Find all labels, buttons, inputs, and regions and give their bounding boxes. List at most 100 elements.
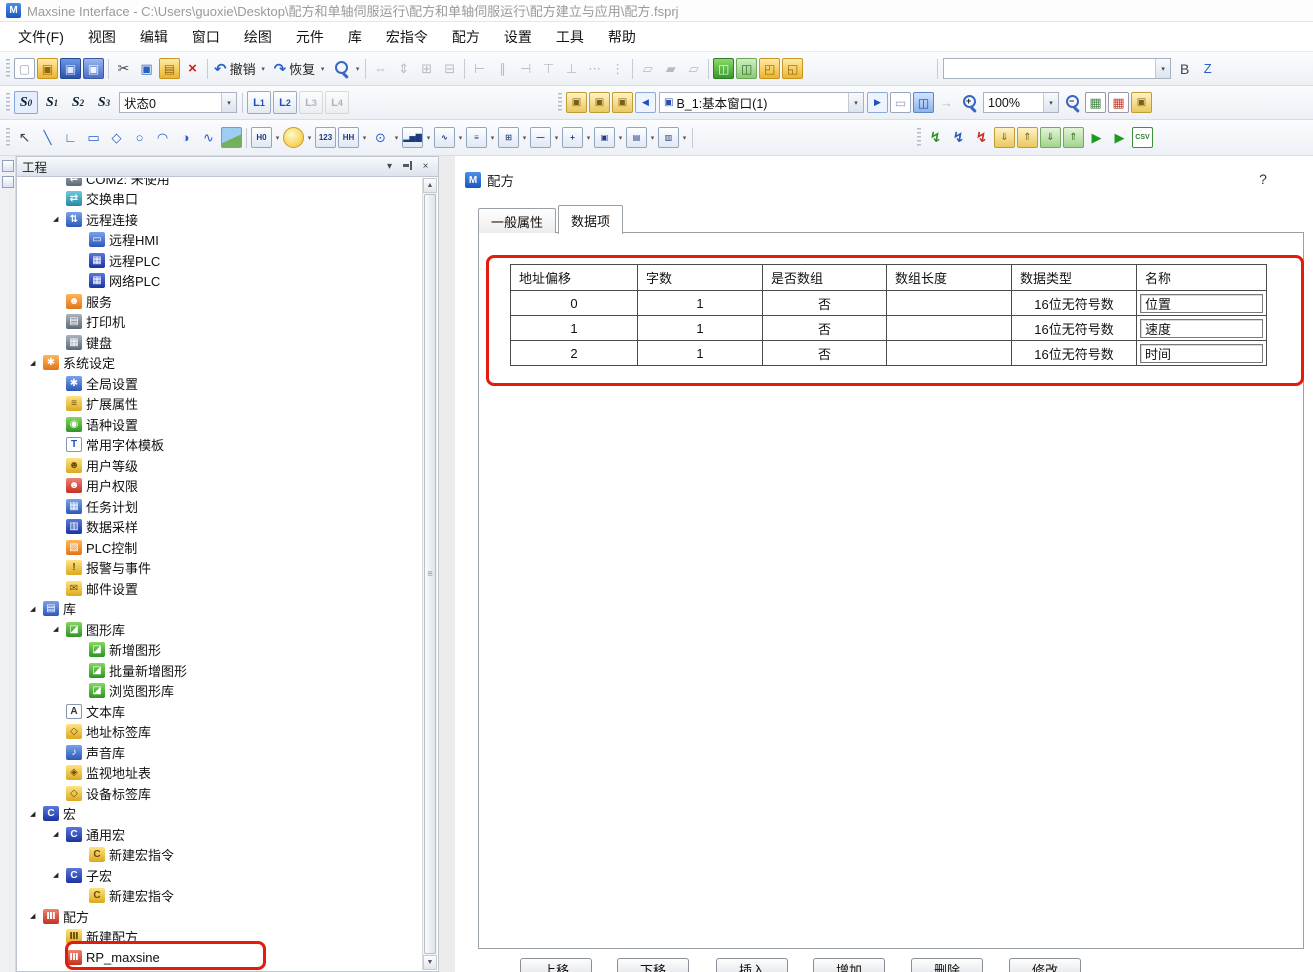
table-cell[interactable]	[887, 341, 1012, 366]
font-combo[interactable]: ▾	[943, 58, 1171, 79]
tree-item-user-level[interactable]: ☻用户等级	[18, 455, 422, 476]
tree-item-library[interactable]: ◢▤库	[18, 599, 422, 620]
window-props-icon[interactable]: ▣	[612, 92, 633, 113]
grid-setting-icon[interactable]: ▦	[1108, 92, 1129, 113]
tree-item-com2[interactable]: ⇄COM2: 未使用	[18, 178, 422, 189]
zoom-in-icon[interactable]: +	[959, 92, 980, 113]
select-tool-icon[interactable]: ↖	[14, 127, 35, 148]
same-size-icon[interactable]: ⊞	[416, 58, 437, 79]
tree-scrollbar[interactable]: ▲ ▼	[422, 178, 437, 970]
table-cell[interactable]	[887, 316, 1012, 341]
tree-item-service[interactable]: ☻服务	[18, 291, 422, 312]
distribute-v-icon[interactable]: ⋮	[607, 58, 628, 79]
expander-icon[interactable]: ◢	[53, 625, 66, 633]
chevron-down-icon[interactable]: ▾	[424, 134, 433, 142]
expander-icon[interactable]: ◢	[30, 359, 43, 367]
group-icon[interactable]: ◫	[713, 58, 734, 79]
macro-edit-icon[interactable]: ↯	[948, 127, 969, 148]
rect-tool-icon[interactable]: ▭	[83, 127, 104, 148]
align-left-icon[interactable]: ⊢	[469, 58, 490, 79]
table-cell[interactable]: 1	[638, 341, 763, 366]
pie-tool-icon[interactable]: ◑	[175, 127, 196, 148]
tree-item-swap-serial[interactable]: ⇄交换串口	[18, 189, 422, 210]
tab-data-items[interactable]: 数据项	[558, 205, 623, 234]
delete-icon[interactable]: ×	[182, 58, 203, 79]
dock-tab-icon[interactable]	[2, 176, 14, 188]
scroll-down-icon[interactable]: ▼	[423, 955, 437, 970]
window-list-icon[interactable]: ▣	[589, 92, 610, 113]
tree-item-new-macro-1[interactable]: C新建宏指令	[18, 845, 422, 866]
tree-item-system-settings[interactable]: ◢✱系统设定	[18, 353, 422, 374]
same-height-icon[interactable]: ⇕	[393, 58, 414, 79]
tree-item-recipe[interactable]: ◢Ⅲ配方	[18, 906, 422, 927]
tree-item-extended-props[interactable]: ≡扩展属性	[18, 394, 422, 415]
distribute-h-icon[interactable]: ⋯	[584, 58, 605, 79]
bar-graph-icon[interactable]: ▂▅▇	[402, 127, 423, 148]
numeric-input-icon[interactable]: 123	[315, 127, 336, 148]
table-element-icon[interactable]: ⊞	[498, 127, 519, 148]
layer-l1-button[interactable]: L1	[247, 91, 271, 114]
expander-icon[interactable]: ◢	[53, 215, 66, 223]
layer-order-icon[interactable]: ▱	[683, 58, 704, 79]
expander-icon[interactable]: ◢	[30, 810, 43, 818]
alarm-bar-icon[interactable]: ▥	[658, 127, 679, 148]
save-all-icon[interactable]: ▣	[83, 58, 104, 79]
macro-new-icon[interactable]: ↯	[925, 127, 946, 148]
tree-item-printer[interactable]: ▤打印机	[18, 312, 422, 333]
tree-item-graphics-lib[interactable]: ◢◪图形库	[18, 619, 422, 640]
run-icon[interactable]: ▶	[1109, 127, 1130, 148]
chevron-down-icon[interactable]: ▾	[648, 134, 657, 142]
table-cell[interactable]: 否	[763, 316, 887, 341]
indicator-lamp-icon[interactable]	[283, 127, 304, 148]
chevron-down-icon[interactable]: ▾	[305, 134, 314, 142]
table-cell[interactable]	[887, 291, 1012, 316]
chevron-down-icon[interactable]: ▾	[584, 134, 593, 142]
chevron-down-icon[interactable]: ▾	[848, 93, 863, 112]
chevron-down-icon[interactable]: ▾	[1155, 59, 1170, 78]
italic-icon[interactable]: Z	[1197, 58, 1218, 79]
tree-item-sound-lib[interactable]: ♪声音库	[18, 742, 422, 763]
dock-tab-icon[interactable]	[2, 160, 14, 172]
chevron-down-icon[interactable]: ▾	[1043, 93, 1058, 112]
redo-button[interactable]: ↷恢复▾	[271, 57, 331, 80]
menu-edit[interactable]: 编辑	[128, 23, 180, 51]
cut-icon[interactable]: ✂	[113, 58, 134, 79]
tree-item-remote-plc[interactable]: ▦远程PLC	[18, 250, 422, 271]
import-lib-icon[interactable]: ⇓	[1040, 127, 1061, 148]
menu-view[interactable]: 视图	[76, 23, 128, 51]
table-row[interactable]: 21否16位无符号数时间	[511, 341, 1267, 366]
tree-item-user-rights[interactable]: ☻用户权限	[18, 476, 422, 497]
tree-item-network-plc[interactable]: ▦网络PLC	[18, 271, 422, 292]
menu-library[interactable]: 库	[336, 23, 374, 51]
expander-icon[interactable]: ◢	[30, 605, 43, 613]
insert-button[interactable]: 插入	[716, 958, 788, 972]
tree-item-watch-address[interactable]: ◈监视地址表	[18, 763, 422, 784]
export-graphic-icon[interactable]: ⇑	[1017, 127, 1038, 148]
window-split-icon[interactable]: ◫	[913, 92, 934, 113]
zoom-combo[interactable]: 100%▾	[983, 92, 1059, 113]
modify-button[interactable]: 修改	[1009, 958, 1081, 972]
tree-item-remote-link[interactable]: ◢⇅远程连接	[18, 209, 422, 230]
panel-pin-icon[interactable]	[400, 160, 415, 173]
state-s3-button[interactable]: S3	[92, 91, 116, 114]
tree-item-device-tag-lib[interactable]: ◇设备标签库	[18, 783, 422, 804]
same-width-icon[interactable]: ⇔	[370, 58, 391, 79]
menu-settings[interactable]: 设置	[492, 23, 544, 51]
table-cell[interactable]: 2	[511, 341, 638, 366]
image-tool-icon[interactable]	[221, 127, 242, 148]
tree-item-browse-graphics[interactable]: ◪浏览图形库	[18, 681, 422, 702]
send-back-icon[interactable]: ▰	[660, 58, 681, 79]
chevron-down-icon[interactable]: ▾	[273, 134, 282, 142]
window-preview-icon[interactable]: ▭	[890, 92, 911, 113]
table-cell[interactable]: 16位无符号数	[1012, 341, 1137, 366]
name-cell-box[interactable]: 速度	[1140, 319, 1263, 338]
scrollbar-thumb[interactable]	[424, 194, 436, 954]
next-window-icon[interactable]: ▶	[867, 92, 888, 113]
tree-item-plc-control[interactable]: ▧PLC控制	[18, 537, 422, 558]
chevron-down-icon[interactable]: ▾	[680, 134, 689, 142]
tree-item-new-recipe[interactable]: Ⅲ新建配方	[18, 927, 422, 948]
chevron-down-icon[interactable]: ▾	[616, 134, 625, 142]
panel-splitter[interactable]	[439, 156, 455, 972]
chevron-down-icon[interactable]: ▾	[360, 134, 369, 142]
menu-file[interactable]: 文件(F)	[6, 23, 76, 51]
